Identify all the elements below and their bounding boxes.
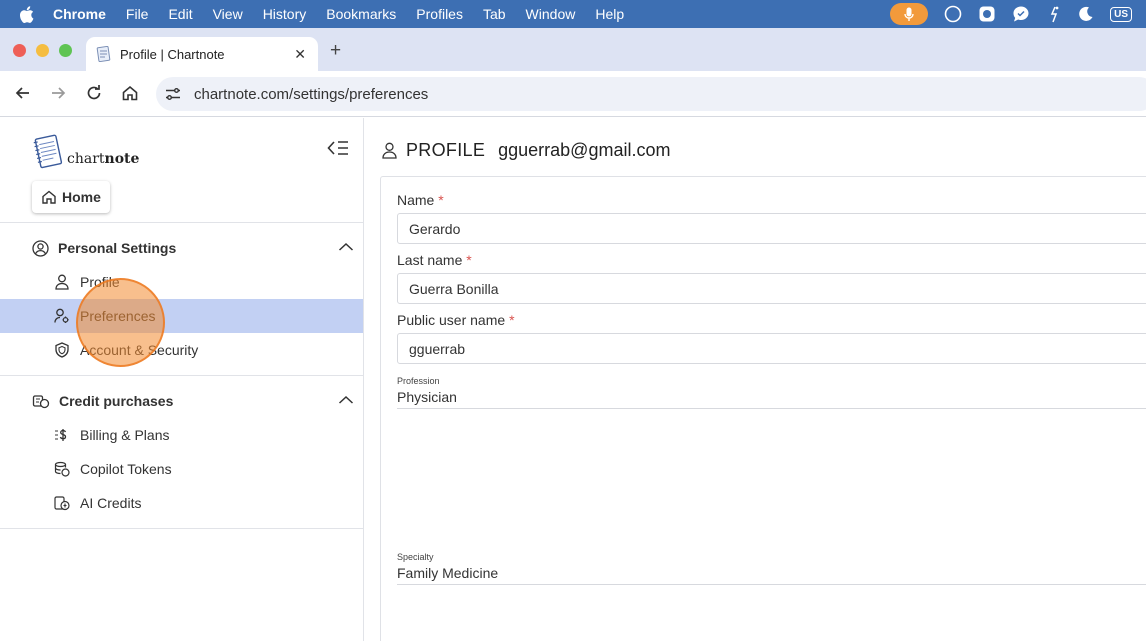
person-icon [382, 142, 397, 159]
sidebar-item-account-security[interactable]: Account & Security [0, 333, 363, 367]
tab-close-icon[interactable]: ✕ [294, 46, 306, 63]
shield-icon [54, 342, 70, 358]
sidebar-item-label: Copilot Tokens [80, 461, 172, 477]
forward-arrow-icon[interactable] [49, 84, 67, 102]
main-content: PROFILE gguerrab@gmail.com Name * Gerard… [364, 118, 1146, 641]
sidebar-divider [0, 375, 363, 376]
home-button[interactable]: Home [32, 181, 110, 213]
public-user-name-field[interactable]: gguerrab [397, 333, 1146, 364]
sidebar-divider [0, 528, 363, 529]
sidebar-item-label: Preferences [80, 308, 156, 324]
menu-history[interactable]: History [263, 6, 307, 22]
profile-form-card: Name * Gerardo Last name * Guerra Bonill… [380, 176, 1146, 641]
browser-tab-strip: Profile | Chartnote ✕ + [0, 28, 1146, 71]
page-header: PROFILE gguerrab@gmail.com [382, 140, 670, 161]
page-title: PROFILE [406, 140, 486, 160]
sidebar-item-label: Billing & Plans [80, 427, 170, 443]
menu-tab[interactable]: Tab [483, 6, 506, 22]
menu-file[interactable]: File [126, 6, 149, 22]
back-arrow-icon[interactable] [14, 84, 32, 102]
chat-icon[interactable] [1012, 5, 1030, 23]
name-field[interactable]: Gerardo [397, 213, 1146, 244]
sidebar-item-profile[interactable]: Profile [0, 265, 363, 299]
section-label: Personal Settings [58, 240, 177, 256]
window-minimize-button[interactable] [36, 44, 49, 57]
tab-chartnote-profile[interactable]: Profile | Chartnote ✕ [86, 37, 318, 71]
site-settings-icon[interactable] [165, 87, 181, 101]
menu-chrome[interactable]: Chrome [53, 6, 106, 22]
chartnote-favicon-icon [96, 46, 111, 62]
input-source-badge[interactable]: US [1110, 6, 1132, 22]
tab-title: Profile | Chartnote [120, 46, 225, 62]
section-label: Credit purchases [59, 393, 174, 409]
accessibility-icon[interactable] [1046, 5, 1062, 23]
chevron-up-icon[interactable] [338, 241, 354, 253]
sidebar-item-label: Profile [80, 274, 120, 290]
last-name-label: Last name * [397, 252, 472, 268]
menu-edit[interactable]: Edit [168, 6, 192, 22]
specialty-field[interactable]: Family Medicine [397, 565, 1146, 585]
menu-view[interactable]: View [213, 6, 243, 22]
home-icon [41, 189, 57, 205]
profession-label: Profession [397, 376, 440, 386]
coins-icon [32, 393, 50, 409]
account-email: gguerrab@gmail.com [498, 140, 671, 160]
menu-window[interactable]: Window [526, 6, 576, 22]
section-personal-settings[interactable]: Personal Settings [0, 233, 363, 263]
person-icon [54, 274, 70, 290]
billing-icon [54, 427, 70, 443]
sidebar-item-label: AI Credits [80, 495, 142, 511]
window-close-button[interactable] [13, 44, 26, 57]
section-credit-purchases[interactable]: Credit purchases [0, 386, 363, 416]
reload-icon[interactable] [85, 84, 103, 102]
credits-icon [54, 495, 70, 511]
moon-icon[interactable] [1078, 6, 1094, 22]
collapse-sidebar-icon[interactable] [327, 140, 349, 156]
chartnote-logo[interactable]: chartnote [31, 134, 139, 175]
circle-icon[interactable] [944, 5, 962, 23]
apple-icon[interactable] [19, 5, 37, 23]
sidebar-item-copilot-tokens[interactable]: Copilot Tokens [0, 452, 363, 486]
user-circle-icon [32, 239, 49, 257]
settings-sidebar: chartnote Home Personal Settings Profile… [0, 118, 364, 641]
logo-wordmark: chartnote [67, 150, 140, 167]
tokens-icon [54, 461, 70, 477]
macos-menu-bar: Chrome File Edit View History Bookmarks … [0, 0, 1146, 28]
specialty-label: Specialty [397, 552, 434, 562]
home-button-label: Home [62, 189, 101, 205]
sidebar-item-preferences[interactable]: Preferences [0, 299, 363, 333]
menu-help[interactable]: Help [595, 6, 624, 22]
new-tab-button[interactable]: + [330, 40, 341, 62]
browser-toolbar: chartnote.com/settings/preferences [0, 71, 1146, 117]
preferences-person-icon [54, 308, 70, 324]
chartnote-notebook-icon [31, 134, 65, 175]
sidebar-item-label: Account & Security [80, 342, 199, 358]
window-zoom-button[interactable] [59, 44, 72, 57]
menubar-status-area: US [890, 0, 1146, 28]
name-label: Name * [397, 192, 444, 208]
last-name-field[interactable]: Guerra Bonilla [397, 273, 1146, 304]
microphone-icon[interactable] [890, 3, 929, 25]
menu-profiles[interactable]: Profiles [416, 6, 463, 22]
home-icon[interactable] [121, 84, 139, 102]
sidebar-item-ai-credits[interactable]: AI Credits [0, 486, 363, 520]
sidebar-item-billing-plans[interactable]: Billing & Plans [0, 418, 363, 452]
public-user-name-label: Public user name * [397, 312, 515, 328]
sidebar-divider [0, 222, 363, 223]
profession-field[interactable]: Physician [397, 389, 1146, 409]
menu-bookmarks[interactable]: Bookmarks [326, 6, 396, 22]
chevron-up-icon[interactable] [338, 394, 354, 406]
box-icon[interactable] [978, 5, 996, 23]
address-bar[interactable]: chartnote.com/settings/preferences [156, 77, 1146, 111]
url-text[interactable]: chartnote.com/settings/preferences [194, 86, 428, 103]
